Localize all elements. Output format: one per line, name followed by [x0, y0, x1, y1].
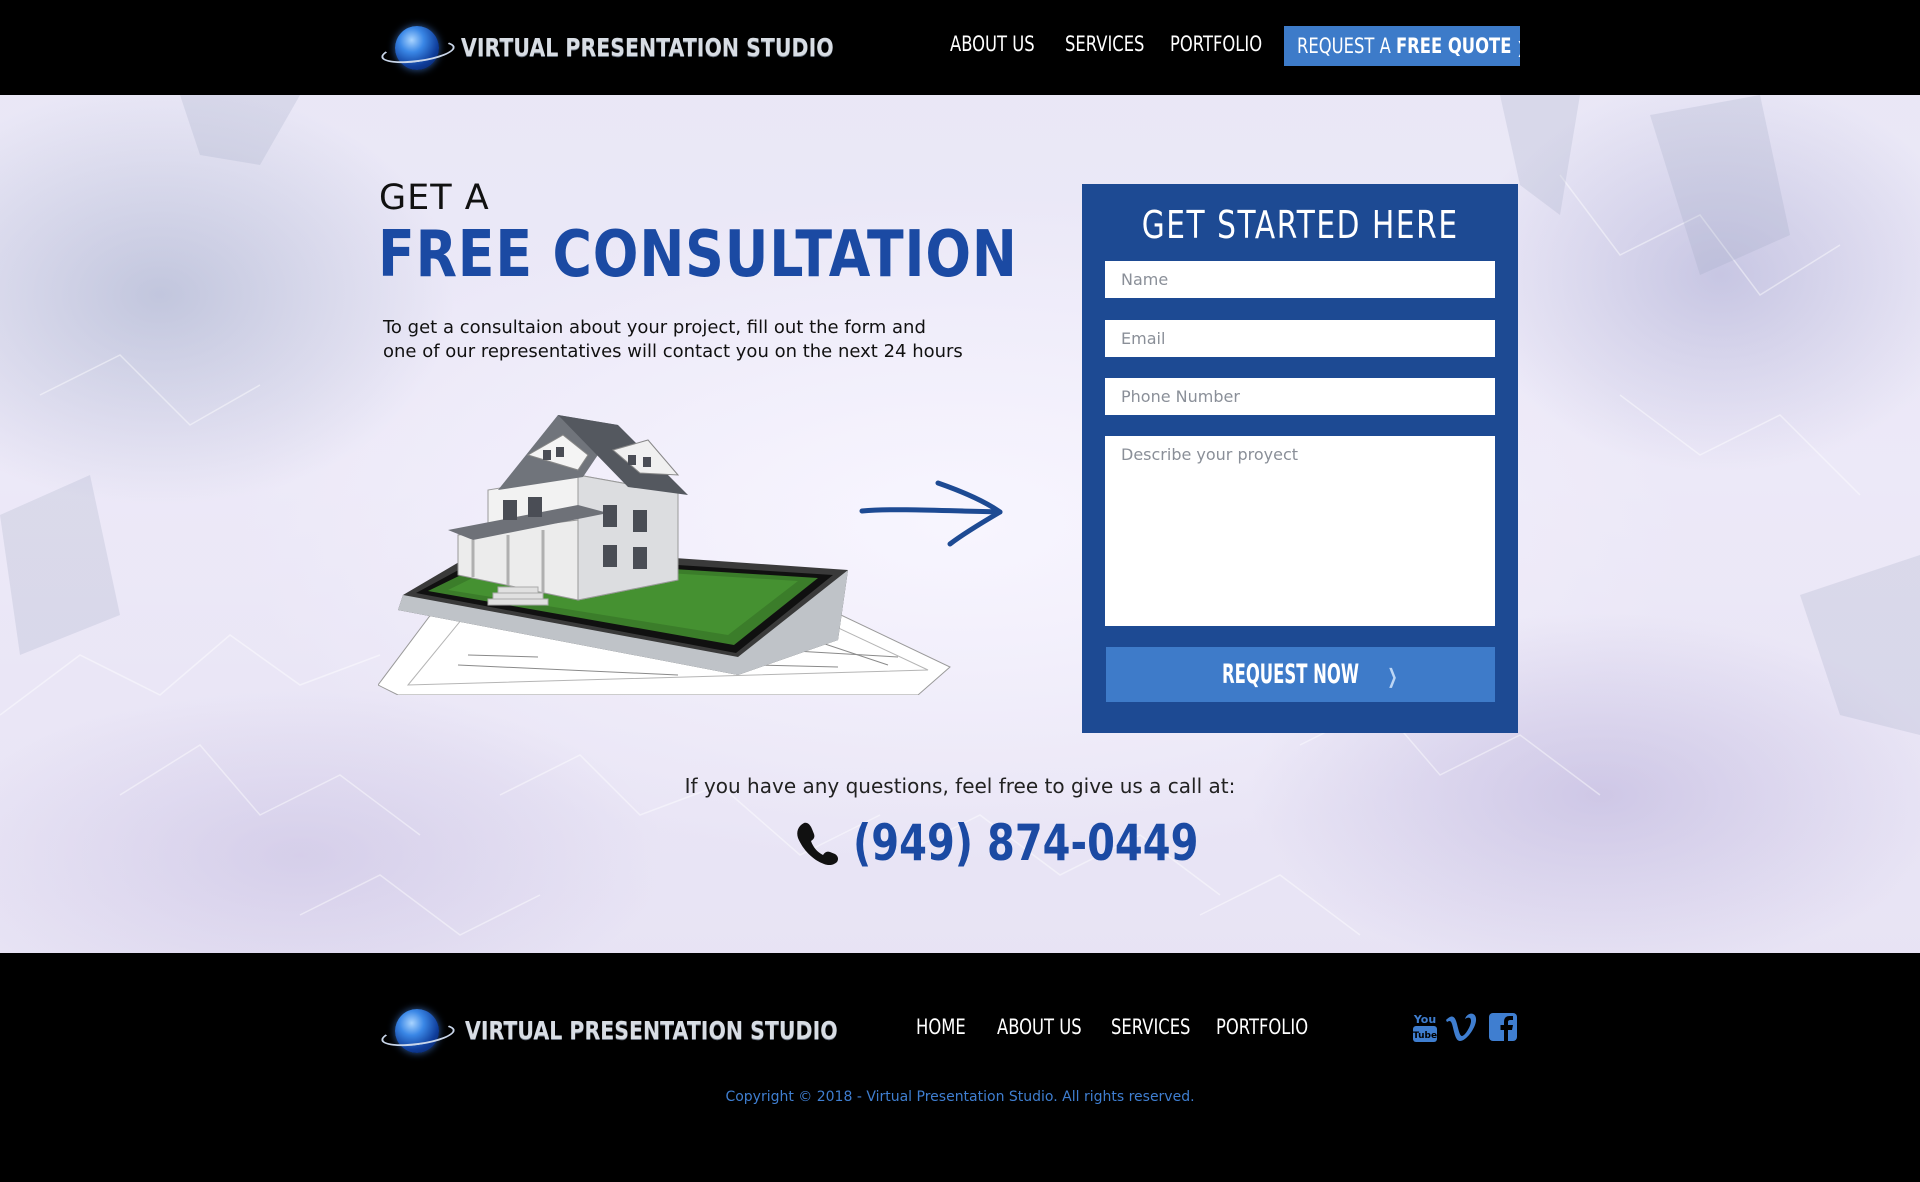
nav-about-us[interactable]: ABOUT US	[950, 32, 1035, 56]
footer-nav-about-us[interactable]: ABOUT US	[997, 1015, 1082, 1039]
brand-name: VIRTUAL PRESENTATION STUDIO	[465, 1015, 838, 1045]
request-free-quote-button[interactable]: REQUEST A FREE QUOTE ❯	[1284, 26, 1520, 66]
hero-description-line: To get a consultaion about your project,…	[383, 317, 926, 338]
site-footer: VIRTUAL PRESENTATION STUDIO HOME ABOUT U…	[0, 953, 1920, 1182]
phone-number: (949) 874-0449	[853, 814, 1199, 872]
facebook-icon[interactable]	[1488, 1010, 1518, 1044]
footer-nav-services[interactable]: SERVICES	[1111, 1015, 1190, 1039]
name-input[interactable]	[1105, 261, 1495, 298]
nav-services[interactable]: SERVICES	[1065, 32, 1144, 56]
hero-kicker: GET A	[379, 178, 490, 218]
arrow-right-icon	[859, 480, 1003, 547]
hero-title: FREE CONSULTATION	[378, 218, 1018, 292]
email-input[interactable]	[1105, 320, 1495, 357]
call-us-text: If you have any questions, feel free to …	[684, 774, 1236, 798]
chevron-right-icon: ❯	[1517, 38, 1520, 57]
globe-logo-icon	[379, 1005, 457, 1055]
site-header: VIRTUAL PRESENTATION STUDIO ABOUT US SER…	[0, 0, 1920, 95]
brand-name: VIRTUAL PRESENTATION STUDIO	[461, 32, 834, 62]
vimeo-icon[interactable]	[1444, 1010, 1478, 1044]
header-logo[interactable]: VIRTUAL PRESENTATION STUDIO	[379, 22, 915, 72]
chevron-right-icon: ❯	[1386, 664, 1398, 688]
quote-button-bold: FREE QUOTE	[1395, 34, 1512, 58]
svg-text:You: You	[1413, 1013, 1436, 1026]
contact-form: GET STARTED HERE REQUEST NOW ❯	[1082, 184, 1518, 733]
form-title: GET STARTED HERE	[1141, 203, 1459, 247]
project-description-textarea[interactable]	[1105, 436, 1495, 626]
request-now-button[interactable]: REQUEST NOW ❯	[1106, 647, 1495, 702]
phone-icon	[797, 822, 839, 866]
hero-description: To get a consultaion about your project,…	[383, 316, 1003, 364]
phone-contact[interactable]: (949) 874-0449	[795, 813, 1285, 873]
phone-number-input[interactable]	[1105, 378, 1495, 415]
quote-button-prefix: REQUEST A	[1297, 34, 1396, 58]
request-now-label: REQUEST NOW ❯	[1221, 659, 1398, 690]
footer-logo[interactable]: VIRTUAL PRESENTATION STUDIO	[379, 1005, 919, 1055]
svg-text:Tube: Tube	[1413, 1031, 1437, 1041]
hero-section: GET A FREE CONSULTATION To get a consult…	[0, 95, 1920, 953]
globe-logo-icon	[379, 22, 457, 72]
footer-nav-home[interactable]: HOME	[916, 1015, 966, 1039]
footer-nav-portfolio[interactable]: PORTFOLIO	[1216, 1015, 1308, 1039]
hero-description-line: one of our representatives will contact …	[383, 341, 963, 362]
youtube-icon[interactable]: You Tube	[1410, 1010, 1440, 1044]
nav-portfolio[interactable]: PORTFOLIO	[1170, 32, 1262, 56]
copyright-text: Copyright © 2018 - Virtual Presentation …	[725, 1089, 1195, 1105]
